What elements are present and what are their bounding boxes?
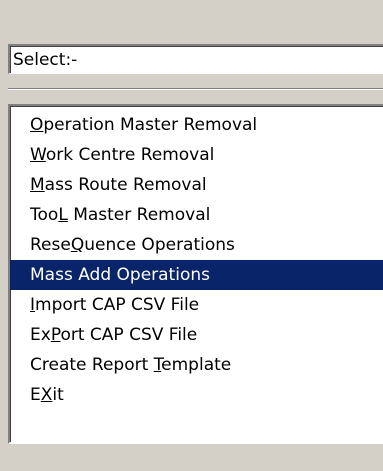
- list-item-export-cap-csv-file[interactable]: ExPort CAP CSV File: [10, 320, 383, 350]
- list-item-operation-master-removal[interactable]: Operation Master Removal: [10, 110, 383, 140]
- list-item-create-report-template[interactable]: Create Report Template: [10, 350, 383, 380]
- accelerator-key: Q: [70, 235, 85, 255]
- list-item-exit[interactable]: EXit: [10, 380, 383, 410]
- separator-line: [8, 88, 383, 90]
- list-item-work-centre-removal[interactable]: Work Centre Removal: [10, 140, 383, 170]
- list-item-tool-master-removal[interactable]: TooL Master Removal: [10, 200, 383, 230]
- list-item-mass-route-removal[interactable]: Mass Route Removal: [10, 170, 383, 200]
- accelerator-key: L: [58, 205, 68, 225]
- list-item-resequence-operations[interactable]: ReseQuence Operations: [10, 230, 383, 260]
- accelerator-key: X: [40, 385, 53, 405]
- accelerator-key: W: [30, 145, 46, 165]
- select-combobox[interactable]: Select:-: [8, 44, 383, 74]
- list-item-import-cap-csv-file[interactable]: Import CAP CSV File: [10, 290, 383, 320]
- accelerator-key: M: [30, 175, 45, 195]
- operations-listbox[interactable]: Operation Master Removal Work Centre Rem…: [8, 104, 383, 444]
- select-value: Select:-: [13, 50, 78, 70]
- list-item-mass-add-operations[interactable]: Mass Add Operations: [10, 260, 383, 290]
- operations-list: Operation Master Removal Work Centre Rem…: [10, 110, 383, 410]
- accelerator-key: O: [30, 115, 44, 135]
